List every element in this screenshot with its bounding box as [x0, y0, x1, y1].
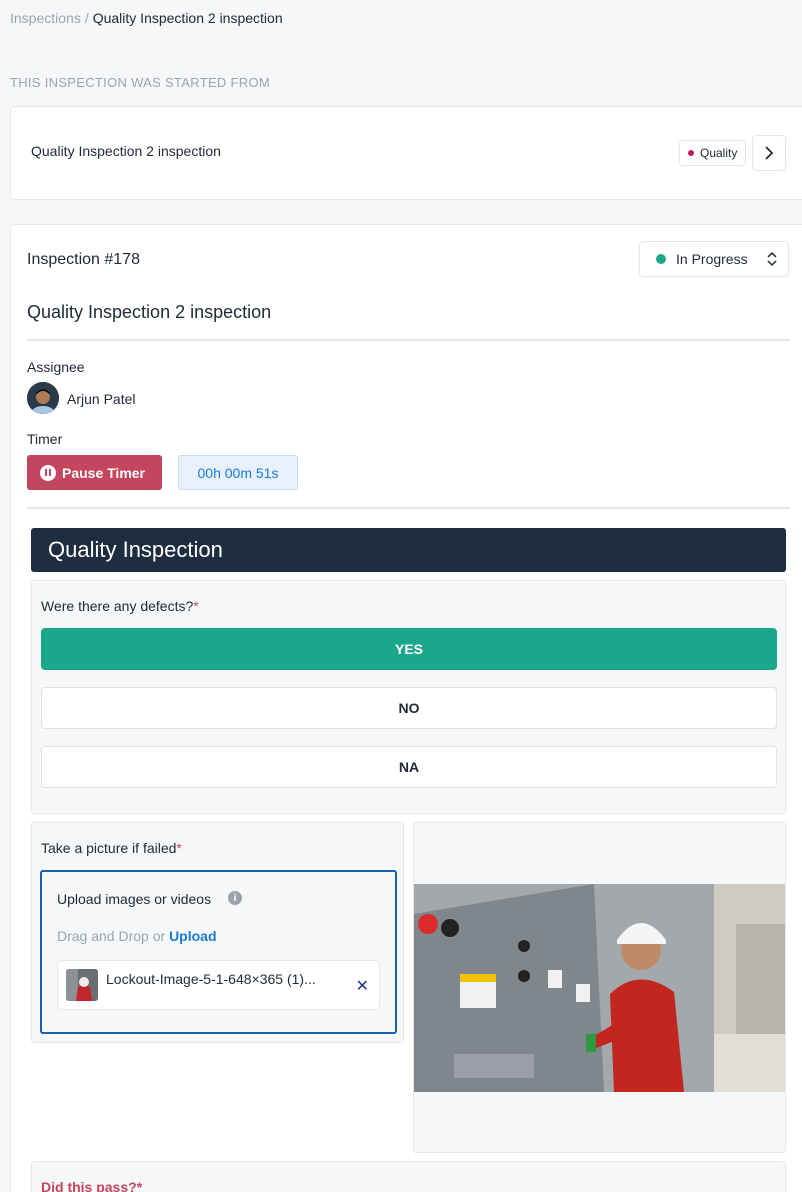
question-label: Were there any defects?* [41, 598, 199, 614]
upload-dropzone[interactable]: Upload images or videos i Drag and Drop … [40, 870, 397, 1034]
source-template-card[interactable]: Quality Inspection 2 inspection Quality [10, 106, 802, 200]
inspection-card: Inspection #178 In Progress Quality Insp… [10, 224, 802, 1192]
question-label: Take a picture if failed* [41, 840, 182, 856]
option-na-button[interactable]: NA [41, 746, 777, 788]
required-marker: * [176, 840, 182, 856]
inspection-number: Inspection #178 [27, 251, 140, 268]
breadcrumb-separator: / [84, 10, 89, 26]
breadcrumb: Inspections / Quality Inspection 2 inspect… [10, 10, 283, 26]
pause-timer-button[interactable]: Pause Timer [27, 455, 162, 490]
inspection-title: Quality Inspection 2 inspection [27, 302, 272, 322]
pause-icon [40, 464, 56, 481]
tag-dot-icon [688, 150, 694, 156]
question-label: Did this pass?* [41, 1179, 142, 1192]
avatar [27, 382, 59, 414]
question-pass: Did this pass?* [31, 1161, 786, 1192]
upload-hint: Drag and Drop or Upload [57, 928, 217, 944]
chevron-right-icon [765, 146, 774, 160]
assignee-label: Assignee [27, 359, 85, 375]
section-banner: Quality Inspection [31, 528, 786, 572]
upload-link[interactable]: Upload [169, 928, 216, 944]
divider [27, 507, 790, 509]
preview-image [414, 884, 785, 1092]
file-thumbnail [66, 969, 98, 1001]
question-picture: Take a picture if failed* Upload images … [31, 822, 404, 1043]
option-no-button[interactable]: NO [41, 687, 777, 729]
timer-value: 00h 00m 51s [178, 455, 298, 490]
breadcrumb-current: Quality Inspection 2 inspection [92, 10, 283, 26]
breadcrumb-inspections-link[interactable]: Inspections [10, 10, 81, 26]
updown-chevron-icon [767, 251, 777, 267]
option-yes-button[interactable]: YES [41, 628, 777, 670]
status-dot-icon [656, 254, 666, 264]
image-preview [413, 822, 786, 1153]
assignee-name: Arjun Patel [67, 391, 136, 407]
tag-label: Quality [700, 146, 738, 160]
upload-title: Upload images or videos [57, 891, 212, 907]
open-template-button[interactable] [752, 135, 786, 171]
info-icon[interactable]: i [228, 891, 242, 905]
close-icon[interactable]: ✕ [356, 976, 369, 996]
required-marker: * [193, 598, 199, 614]
divider [27, 339, 790, 341]
file-name: Lockout-Image-5-1-648×365 (1)... [106, 971, 316, 987]
question-defects: Were there any defects?* YES NO NA [31, 580, 786, 814]
source-template-title: Quality Inspection 2 inspection [31, 143, 221, 159]
started-from-label: THIS INSPECTION WAS STARTED FROM [10, 75, 270, 90]
required-marker: * [136, 1179, 143, 1192]
uploaded-file[interactable]: Lockout-Image-5-1-648×365 (1)... ✕ [57, 960, 380, 1010]
category-tag: Quality [679, 140, 747, 166]
timer-label: Timer [27, 431, 63, 447]
pause-timer-label: Pause Timer [62, 464, 146, 481]
status-value: In Progress [676, 251, 748, 267]
status-select[interactable]: In Progress [639, 241, 789, 277]
